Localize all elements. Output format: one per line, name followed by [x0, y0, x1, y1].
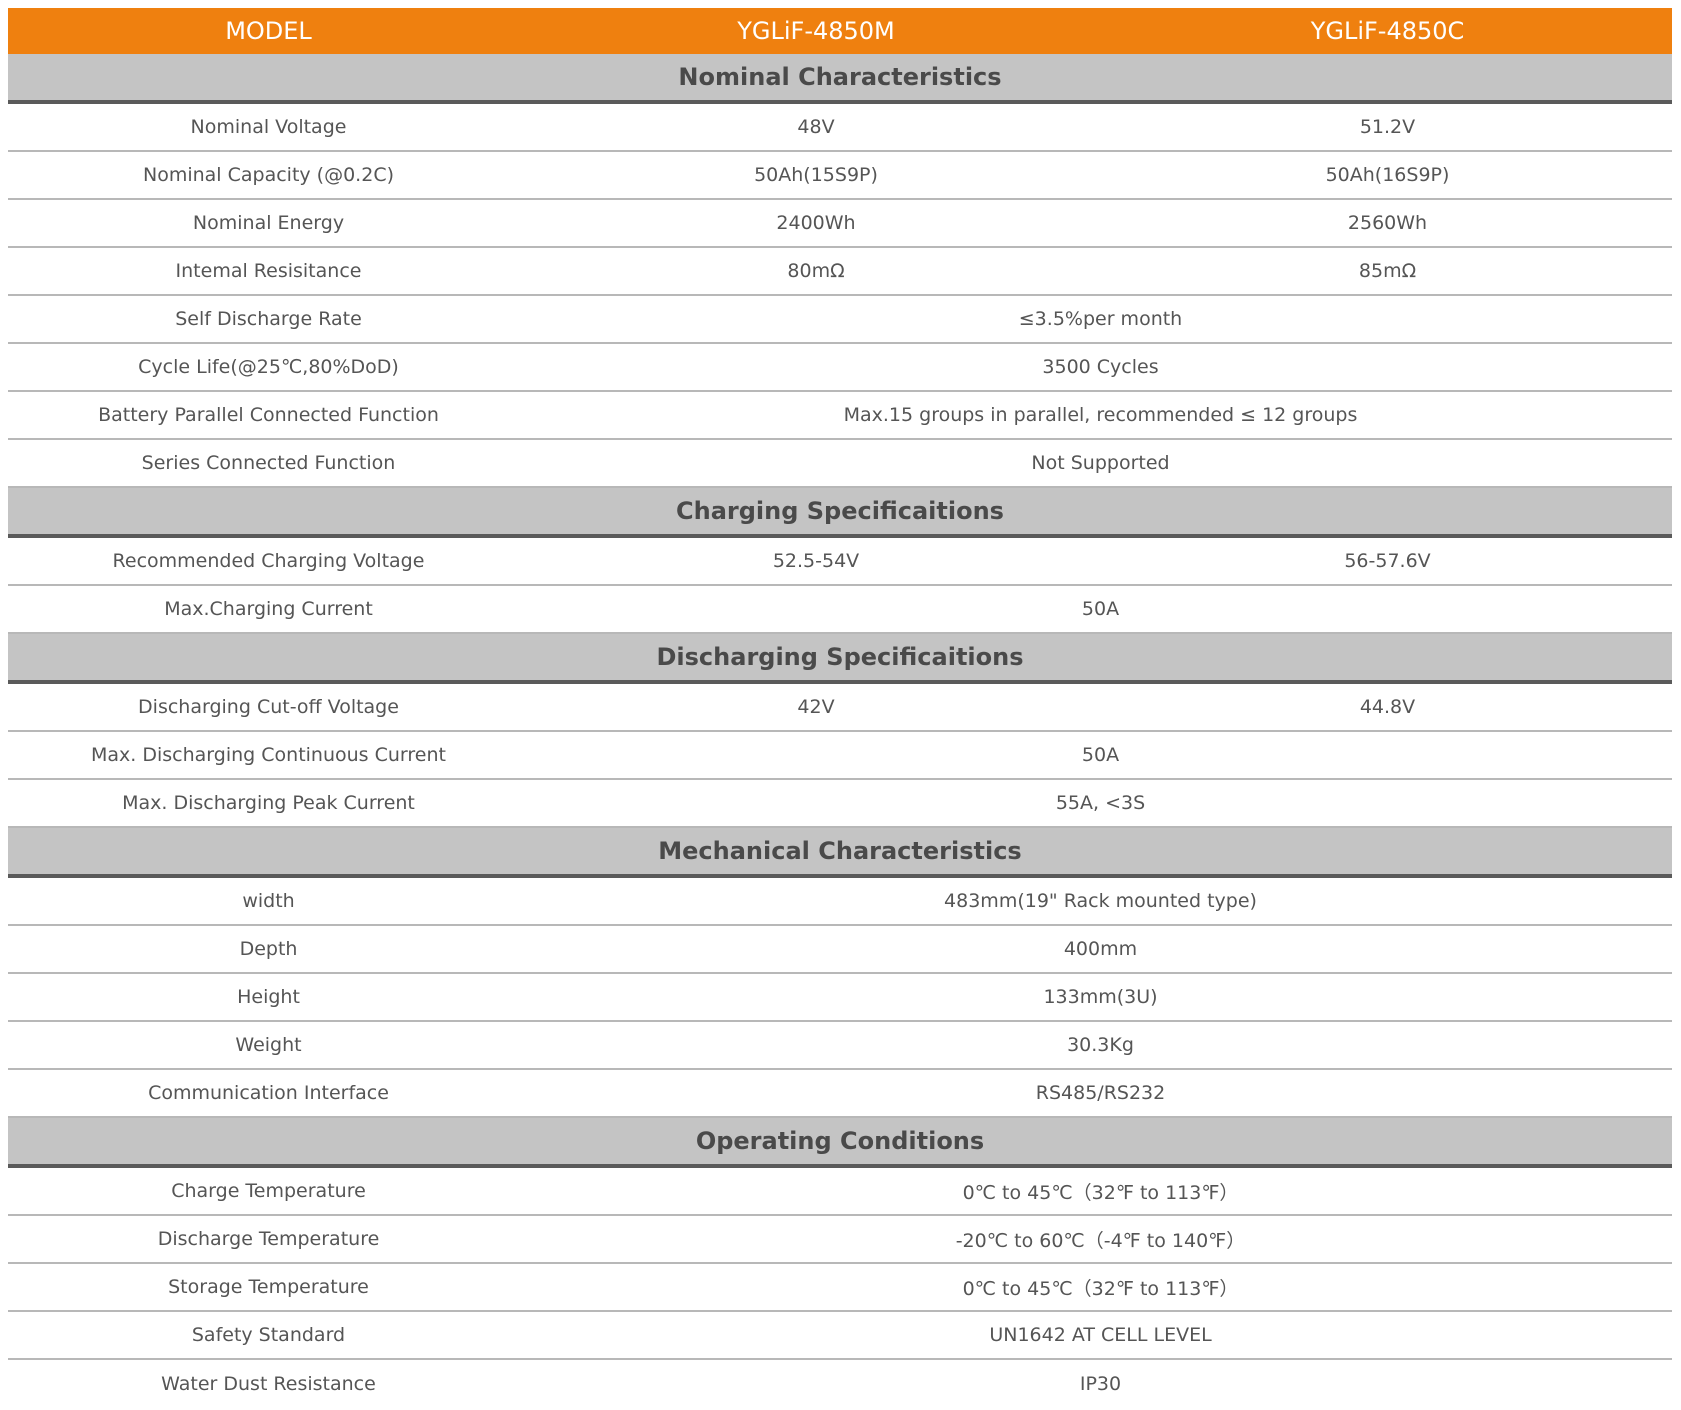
spec-label: Series Connected Function	[8, 439, 529, 488]
spec-value-model-a: 2400Wh	[529, 199, 1103, 248]
spec-label: Discharge Temperature	[8, 1215, 529, 1264]
section-title: Charging Specificaitions	[676, 497, 1004, 525]
spec-value-shared: ≤3.5%per month	[529, 295, 1672, 344]
spec-label: Depth	[8, 925, 529, 974]
spec-row: Max. Discharging Continuous Current 50A	[8, 731, 1672, 780]
spec-label: Battery Parallel Connected Function	[8, 391, 529, 440]
spec-row: Nominal Capacity (@0.2C) 50Ah(15S9P) 50Ah(…	[8, 151, 1672, 200]
section-title: Mechanical Characteristics	[658, 837, 1022, 865]
spec-value-shared: UN1642 AT CELL LEVEL	[529, 1311, 1672, 1360]
spec-value-model-b: 44.8V	[1103, 682, 1672, 732]
section-header-row: Charging Specificaitions	[8, 487, 1672, 538]
spec-row: Communication Interface RS485/RS232	[8, 1069, 1672, 1118]
spec-value-model-a: 80mΩ	[529, 247, 1103, 296]
spec-label: Discharging Cut-off Voltage	[8, 682, 529, 732]
section-header-cell: Mechanical Characteristics	[8, 827, 1672, 878]
spec-label: Cycle Life(@25℃,80%DoD)	[8, 343, 529, 392]
spec-label: Max. Discharging Peak Current	[8, 779, 529, 828]
spec-row: Nominal Energy 2400Wh 2560Wh	[8, 199, 1672, 248]
spec-label: Nominal Capacity (@0.2C)	[8, 151, 529, 200]
section-header-cell: Charging Specificaitions	[8, 487, 1672, 538]
spec-label: Charge Temperature	[8, 1166, 529, 1216]
spec-row: Storage Temperature 0℃ to 45℃（32℉ to 113℉…	[8, 1263, 1672, 1312]
spec-row: Depth 400mm	[8, 925, 1672, 974]
section-title: Operating Conditions	[695, 1127, 985, 1155]
spec-value-shared: 3500 Cycles	[529, 343, 1672, 392]
spec-value-shared: 133mm(3U)	[529, 973, 1672, 1022]
section-title: Nominal Characteristics	[678, 63, 1002, 91]
spec-row: Recommended Charging Voltage 52.5-54V 56-5…	[8, 536, 1672, 586]
spec-value-shared: 55A, <3S	[529, 779, 1672, 828]
spec-label: Safety Standard	[8, 1311, 529, 1360]
spec-value-model-b: 2560Wh	[1103, 199, 1672, 248]
spec-row: width 483mm(19" Rack mounted type)	[8, 876, 1672, 926]
section-header-row: Operating Conditions	[8, 1117, 1672, 1168]
section-title: Discharging Specificaitions	[656, 643, 1024, 671]
spec-row: Height 133mm(3U)	[8, 973, 1672, 1022]
spec-label: Self Discharge Rate	[8, 295, 529, 344]
spec-value-shared: -20℃ to 60℃（-4℉ to 140℉）	[529, 1215, 1672, 1264]
spec-table-body: MODEL YGLiF-4850M YGLiF-4850C Nominal Ch…	[8, 8, 1672, 1408]
section-header-cell: Operating Conditions	[8, 1117, 1672, 1168]
spec-value-shared: Not Supported	[529, 439, 1672, 488]
spec-label: Nominal Voltage	[8, 102, 529, 152]
spec-label: Height	[8, 973, 529, 1022]
section-header-row: Discharging Specificaitions	[8, 633, 1672, 684]
spec-label: Water Dust Resistance	[8, 1359, 529, 1408]
spec-row: Water Dust Resistance IP30	[8, 1359, 1672, 1408]
spec-value-shared: 0℃ to 45℃（32℉ to 113℉）	[529, 1166, 1672, 1216]
spec-row: Discharging Cut-off Voltage 42V 44.8V	[8, 682, 1672, 732]
spec-row: Self Discharge Rate ≤3.5%per month	[8, 295, 1672, 344]
header-model-a: YGLiF-4850M	[529, 8, 1103, 54]
spec-label: Recommended Charging Voltage	[8, 536, 529, 586]
spec-row: Series Connected Function Not Supported	[8, 439, 1672, 488]
spec-value-shared: 30.3Kg	[529, 1021, 1672, 1070]
spec-row: Charge Temperature 0℃ to 45℃（32℉ to 113℉）	[8, 1166, 1672, 1216]
spec-value-shared: 483mm(19" Rack mounted type)	[529, 876, 1672, 926]
spec-row: Nominal Voltage 48V 51.2V	[8, 102, 1672, 152]
spec-label: Intemal Resisitance	[8, 247, 529, 296]
spec-value-model-b: 51.2V	[1103, 102, 1672, 152]
spec-label: Nominal Energy	[8, 199, 529, 248]
spec-value-model-a: 52.5-54V	[529, 536, 1103, 586]
spec-value-model-b: 50Ah(16S9P)	[1103, 151, 1672, 200]
spec-value-shared: 50A	[529, 731, 1672, 780]
header-model-b: YGLiF-4850C	[1103, 8, 1672, 54]
spec-value-shared: RS485/RS232	[529, 1069, 1672, 1118]
spec-value-shared: Max.15 groups in parallel, recommended ≤…	[529, 391, 1672, 440]
spec-value-model-a: 48V	[529, 102, 1103, 152]
spec-value-model-a: 50Ah(15S9P)	[529, 151, 1103, 200]
spec-label: Max. Discharging Continuous Current	[8, 731, 529, 780]
spec-row: Safety Standard UN1642 AT CELL LEVEL	[8, 1311, 1672, 1360]
spec-value-model-b: 85mΩ	[1103, 247, 1672, 296]
section-header-row: Mechanical Characteristics	[8, 827, 1672, 878]
spec-label: Weight	[8, 1021, 529, 1070]
spec-value-model-a: 42V	[529, 682, 1103, 732]
spec-row: Battery Parallel Connected Function Max.1…	[8, 391, 1672, 440]
spec-row: Discharge Temperature -20℃ to 60℃（-4℉ to …	[8, 1215, 1672, 1264]
spec-label: Max.Charging Current	[8, 585, 529, 634]
spec-value-shared: IP30	[529, 1359, 1672, 1408]
section-header-cell: Nominal Characteristics	[8, 54, 1672, 104]
spec-label: Communication Interface	[8, 1069, 529, 1118]
spec-table: MODEL YGLiF-4850M YGLiF-4850C Nominal Ch…	[8, 8, 1672, 1408]
spec-value-shared: 50A	[529, 585, 1672, 634]
spec-row: Weight 30.3Kg	[8, 1021, 1672, 1070]
header-model-label: MODEL	[8, 8, 529, 54]
spec-row: Cycle Life(@25℃,80%DoD) 3500 Cycles	[8, 343, 1672, 392]
spec-row: Max. Discharging Peak Current 55A, <3S	[8, 779, 1672, 828]
spec-value-shared: 400mm	[529, 925, 1672, 974]
spec-value-model-b: 56-57.6V	[1103, 536, 1672, 586]
spec-row: Intemal Resisitance 80mΩ 85mΩ	[8, 247, 1672, 296]
header-row: MODEL YGLiF-4850M YGLiF-4850C	[8, 8, 1672, 54]
section-header-row: Nominal Characteristics	[8, 54, 1672, 104]
spec-label: Storage Temperature	[8, 1263, 529, 1312]
spec-value-shared: 0℃ to 45℃（32℉ to 113℉）	[529, 1263, 1672, 1312]
section-header-cell: Discharging Specificaitions	[8, 633, 1672, 684]
spec-row: Max.Charging Current 50A	[8, 585, 1672, 634]
spec-label: width	[8, 876, 529, 926]
